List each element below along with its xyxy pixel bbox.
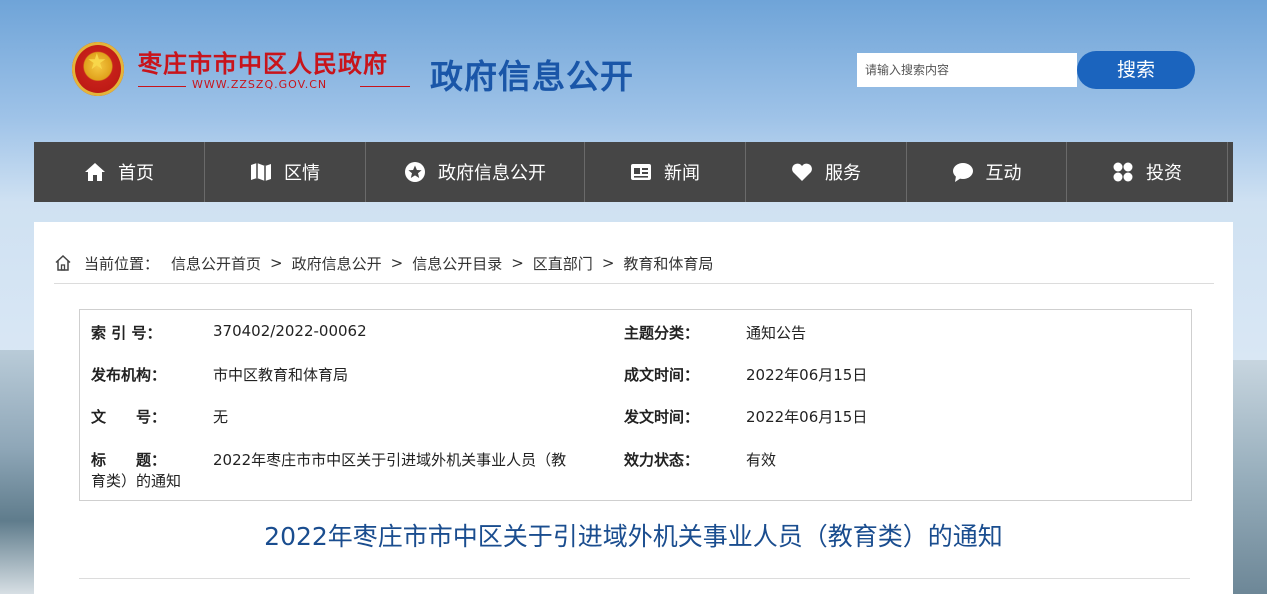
breadcrumb-link[interactable]: 政府信息公开 bbox=[292, 253, 382, 274]
topic-label: 主题分类： bbox=[624, 324, 700, 342]
chat-bubble-icon bbox=[952, 161, 974, 183]
breadcrumb: 当前位置： 信息公开首页 > 政府信息公开 > 信息公开目录 > 区直部门 > … bbox=[54, 252, 713, 274]
title-value-line2: 育类）的通知 bbox=[91, 472, 182, 490]
title-divider bbox=[79, 578, 1190, 579]
site-url-row: WWW.ZZSZQ.GOV.CN bbox=[138, 78, 410, 96]
breadcrumb-divider bbox=[54, 283, 1214, 284]
nav-item-interaction[interactable]: 互动 bbox=[907, 142, 1067, 202]
site-name[interactable]: 枣庄市市中区人民政府 bbox=[138, 44, 388, 79]
status-label: 效力状态： bbox=[624, 451, 700, 469]
breadcrumb-separator: > bbox=[270, 254, 283, 272]
grid-icon bbox=[1112, 161, 1134, 183]
home-outline-icon bbox=[54, 254, 72, 272]
breadcrumb-link[interactable]: 教育和体育局 bbox=[623, 253, 713, 274]
national-emblem-logo: ★ bbox=[72, 42, 124, 96]
document-metadata-table: 索 引 号： 370402/2022-00062 主题分类： 通知公告 发布机构… bbox=[79, 309, 1192, 501]
nav-item-label: 投资 bbox=[1146, 163, 1182, 184]
site-url: WWW.ZZSZQ.GOV.CN bbox=[192, 78, 328, 91]
index-value: 370402/2022-00062 bbox=[213, 322, 367, 340]
title-label: 标 题： bbox=[91, 451, 167, 469]
breadcrumb-link[interactable]: 信息公开目录 bbox=[412, 253, 502, 274]
topic-value: 通知公告 bbox=[746, 324, 807, 342]
background-scenery-left bbox=[0, 350, 34, 594]
heart-icon bbox=[791, 161, 813, 183]
nav-item-investment[interactable]: 投资 bbox=[1067, 142, 1228, 202]
nav-item-label: 政府信息公开 bbox=[438, 163, 546, 184]
publisher-value: 市中区教育和体育局 bbox=[213, 366, 349, 384]
news-card-icon bbox=[630, 161, 652, 183]
publisher-label: 发布机构： bbox=[91, 366, 167, 384]
content-panel: 当前位置： 信息公开首页 > 政府信息公开 > 信息公开目录 > 区直部门 > … bbox=[34, 222, 1233, 594]
background-scenery-right bbox=[1233, 360, 1267, 594]
site-header: ★ 枣庄市市中区人民政府 WWW.ZZSZQ.GOV.CN 政府信息公开 搜索 bbox=[0, 0, 1267, 142]
main-nav: 首页 区情 政府信息公开 新闻 服务 互动 投资 bbox=[34, 142, 1233, 202]
nav-item-label: 服务 bbox=[825, 163, 861, 184]
nav-item-home[interactable]: 首页 bbox=[34, 142, 205, 202]
map-icon bbox=[250, 161, 272, 183]
created-date-value: 2022年06月15日 bbox=[746, 366, 868, 384]
status-value: 有效 bbox=[746, 451, 777, 469]
search-input[interactable] bbox=[857, 53, 1077, 87]
channel-title: 政府信息公开 bbox=[430, 57, 634, 96]
nav-item-label: 区情 bbox=[284, 163, 320, 184]
nav-item-district[interactable]: 区情 bbox=[205, 142, 366, 202]
document-title: 2022年枣庄市市中区关于引进域外机关事业人员（教育类）的通知 bbox=[264, 522, 1003, 551]
nav-item-service[interactable]: 服务 bbox=[746, 142, 907, 202]
issued-date-value: 2022年06月15日 bbox=[746, 408, 868, 426]
breadcrumb-separator: > bbox=[390, 254, 404, 272]
nav-item-news[interactable]: 新闻 bbox=[585, 142, 746, 202]
search-button[interactable]: 搜索 bbox=[1077, 51, 1195, 89]
nav-item-label: 首页 bbox=[118, 163, 154, 184]
doc-number-value: 无 bbox=[213, 408, 229, 426]
breadcrumb-prefix: 当前位置： bbox=[84, 254, 160, 273]
issued-date-label: 发文时间： bbox=[624, 408, 700, 426]
breadcrumb-link[interactable]: 区直部门 bbox=[533, 253, 593, 274]
doc-number-label: 文 号： bbox=[91, 408, 167, 426]
nav-item-gov-info[interactable]: 政府信息公开 bbox=[366, 142, 585, 202]
home-icon bbox=[84, 161, 106, 183]
breadcrumb-separator: > bbox=[601, 254, 615, 272]
breadcrumb-separator: > bbox=[511, 254, 524, 272]
star-badge-icon bbox=[404, 161, 426, 183]
nav-item-label: 新闻 bbox=[664, 163, 700, 184]
nav-item-label: 互动 bbox=[985, 163, 1022, 184]
title-value-line1: 2022年枣庄市市中区关于引进域外机关事业人员（教 bbox=[213, 451, 567, 469]
breadcrumb-link[interactable]: 信息公开首页 bbox=[171, 253, 261, 274]
index-label: 索 引 号： bbox=[91, 324, 162, 342]
created-date-label: 成文时间： bbox=[624, 366, 700, 384]
